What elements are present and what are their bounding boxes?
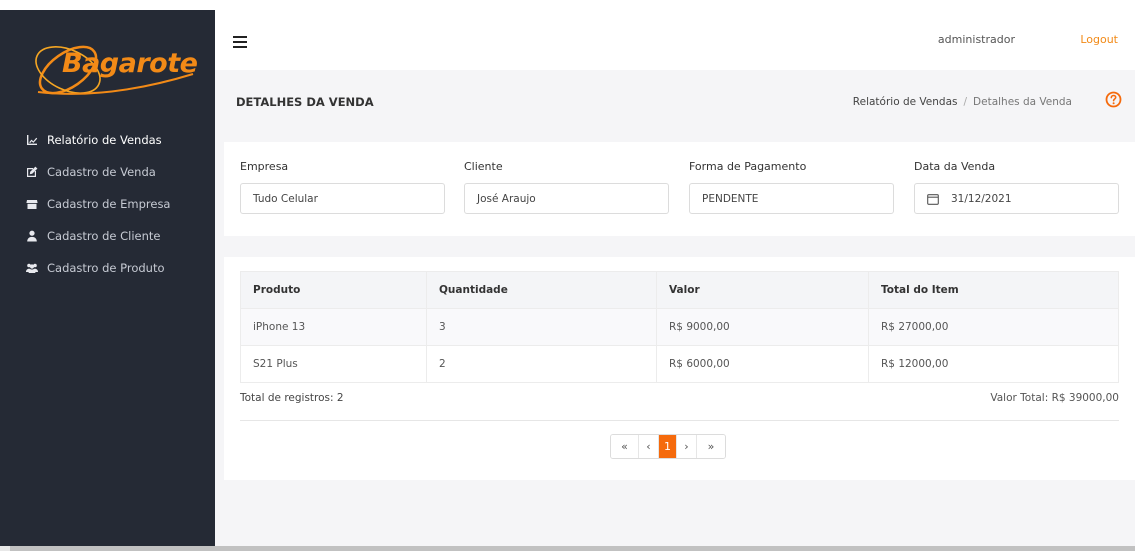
- empresa-label: Empresa: [240, 160, 289, 173]
- pagamento-field-group: Forma de Pagamento PENDENTE: [689, 160, 894, 214]
- total-registros: Total de registros: 2: [240, 392, 344, 404]
- col-quantidade[interactable]: Quantidade: [426, 271, 657, 309]
- sidebar-item-label: Cadastro de Produto: [47, 261, 165, 275]
- horizontal-scrollbar[interactable]: [0, 546, 1135, 551]
- sidebar-item-cadastro-empresa[interactable]: Cadastro de Empresa: [0, 188, 215, 220]
- cliente-label: Cliente: [464, 160, 503, 173]
- logout-link[interactable]: Logout: [1080, 33, 1118, 46]
- table-row[interactable]: S21 Plus 2 R$ 6000,00 R$ 12000,00: [240, 345, 1119, 383]
- sidebar-item-label: Cadastro de Venda: [47, 165, 156, 179]
- sidebar-nav: Relatório de Vendas Cadastro de Venda Ca…: [0, 124, 215, 284]
- page-title: DETALHES DA VENDA: [236, 95, 374, 109]
- bagarote-logo[interactable]: Bagarote: [28, 30, 198, 110]
- sidebar-item-cadastro-produto[interactable]: Cadastro de Produto: [0, 252, 215, 284]
- cell-valor: R$ 9000,00: [656, 308, 869, 346]
- store-icon: [26, 198, 38, 210]
- pagamento-label: Forma de Pagamento: [689, 160, 807, 173]
- table-header-row: Produto Quantidade Valor Total do Item: [240, 271, 1119, 309]
- empresa-field-group: Empresa Tudo Celular: [240, 160, 445, 214]
- main-content: DETALHES DA VENDA Relatório de Vendas / De…: [215, 70, 1135, 546]
- user-icon: [26, 230, 38, 242]
- data-field-group: Data da Venda 31/12/2021: [914, 160, 1119, 214]
- items-table: Produto Quantidade Valor Total do Item i…: [240, 271, 1119, 383]
- sidebar: Bagarote Relatório de Vendas Cadastro de…: [0, 10, 215, 546]
- cell-produto: S21 Plus: [240, 345, 427, 383]
- cell-valor: R$ 6000,00: [656, 345, 869, 383]
- sidebar-item-cadastro-venda[interactable]: Cadastro de Venda: [0, 156, 215, 188]
- page-1-button[interactable]: 1: [659, 435, 677, 458]
- breadcrumb: Relatório de Vendas / Detalhes da Venda: [853, 96, 1072, 108]
- divider: [240, 420, 1119, 421]
- sale-details-form: Empresa Tudo Celular Cliente José Araujo…: [224, 142, 1135, 236]
- valor-total: Valor Total: R$ 39000,00: [990, 392, 1119, 404]
- pagamento-field[interactable]: PENDENTE: [689, 183, 894, 214]
- pagination: « ‹ 1 › »: [610, 434, 726, 459]
- last-page-button[interactable]: »: [697, 435, 725, 458]
- breadcrumb-item-current: Detalhes da Venda: [973, 96, 1072, 108]
- hamburger-icon[interactable]: [233, 36, 247, 48]
- breadcrumb-item-relatorio[interactable]: Relatório de Vendas: [853, 96, 958, 108]
- users-icon: [26, 262, 38, 274]
- col-total-item[interactable]: Total do Item: [868, 271, 1119, 309]
- prev-page-button[interactable]: ‹: [639, 435, 659, 458]
- sidebar-item-label: Cadastro de Cliente: [47, 229, 161, 243]
- col-valor[interactable]: Valor: [656, 271, 869, 309]
- topbar: administrador Logout: [215, 10, 1135, 70]
- cell-quantidade: 2: [426, 345, 657, 383]
- question-circle-icon[interactable]: [1105, 91, 1122, 108]
- username: administrador: [937, 33, 1015, 46]
- data-field[interactable]: 31/12/2021: [914, 183, 1119, 214]
- data-value: 31/12/2021: [951, 192, 1012, 205]
- data-label: Data da Venda: [914, 160, 996, 173]
- sidebar-item-cadastro-cliente[interactable]: Cadastro de Cliente: [0, 220, 215, 252]
- items-card: Produto Quantidade Valor Total do Item i…: [224, 257, 1135, 480]
- table-row[interactable]: iPhone 13 3 R$ 9000,00 R$ 27000,00: [240, 308, 1119, 346]
- breadcrumb-separator: /: [963, 96, 968, 108]
- cliente-field[interactable]: José Araujo: [464, 183, 669, 214]
- edit-icon: [26, 166, 38, 178]
- cell-total-item: R$ 27000,00: [868, 308, 1119, 346]
- calendar-icon: [927, 193, 939, 205]
- next-page-button[interactable]: ›: [677, 435, 697, 458]
- scrollbar-thumb[interactable]: [10, 546, 1135, 551]
- line-chart-icon: [26, 134, 38, 146]
- cell-quantidade: 3: [426, 308, 657, 346]
- sidebar-item-label: Cadastro de Empresa: [47, 197, 171, 211]
- cell-total-item: R$ 12000,00: [868, 345, 1119, 383]
- sidebar-item-relatorio-vendas[interactable]: Relatório de Vendas: [0, 124, 215, 156]
- col-produto[interactable]: Produto: [240, 271, 427, 309]
- empresa-field[interactable]: Tudo Celular: [240, 183, 445, 214]
- sidebar-item-label: Relatório de Vendas: [47, 133, 162, 147]
- first-page-button[interactable]: «: [611, 435, 639, 458]
- cliente-field-group: Cliente José Araujo: [464, 160, 669, 214]
- cell-produto: iPhone 13: [240, 308, 427, 346]
- logo-text: Bagarote: [62, 48, 198, 79]
